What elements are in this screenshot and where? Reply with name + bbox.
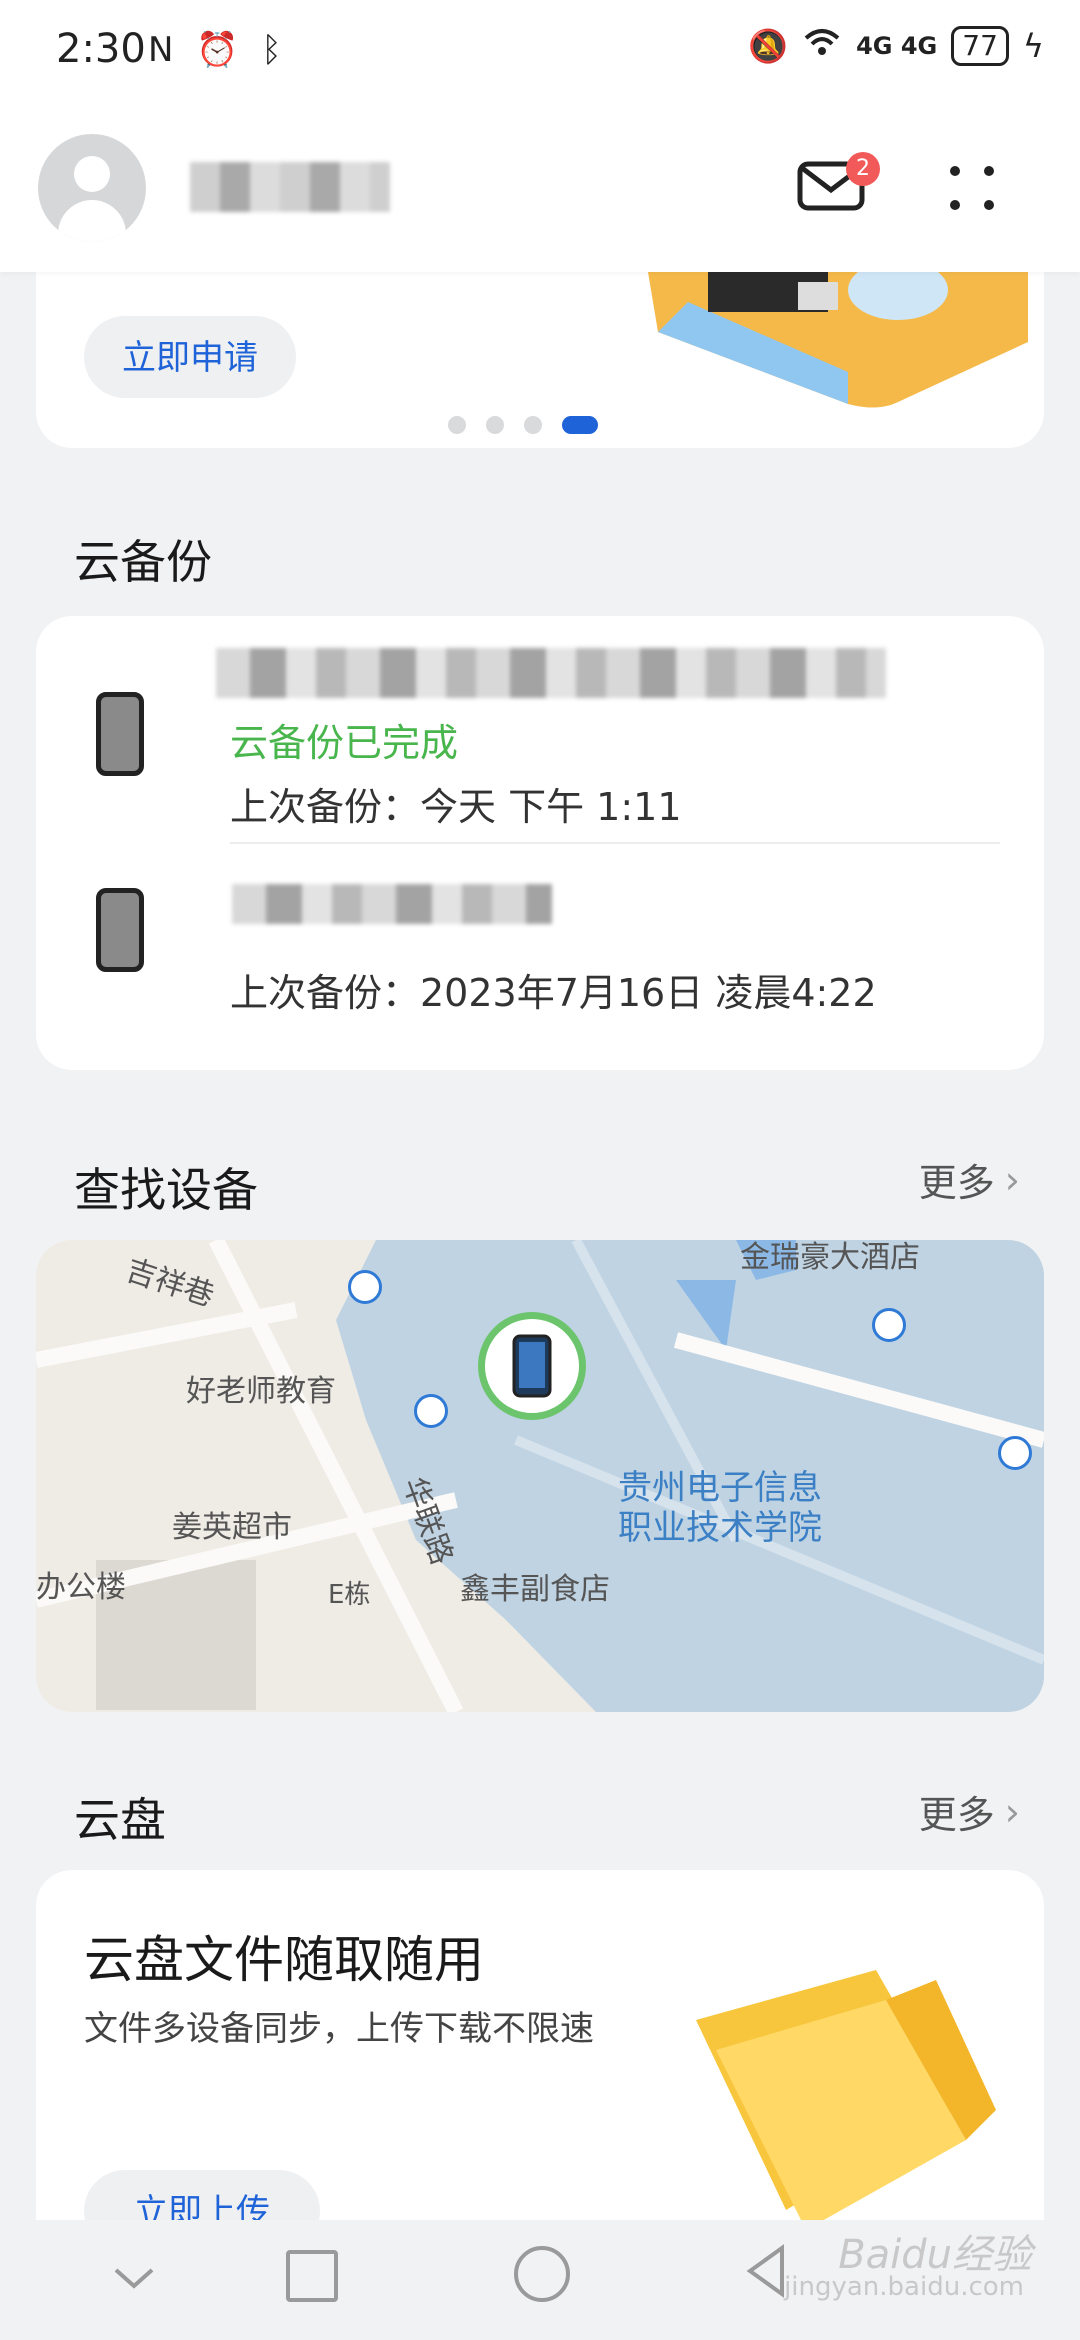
cloud-backup-title: 云备份 <box>74 535 212 589</box>
find-device-title: 查找设备 <box>74 1163 258 1217</box>
carousel-dot[interactable] <box>486 416 504 434</box>
watermark-url: jingyan.baidu.com <box>784 2272 1024 2302</box>
backup-device-row[interactable]: 云备份已完成 上次备份：今天 下午 1:11 <box>36 616 1044 842</box>
back-icon[interactable] <box>744 2244 788 2298</box>
carousel-dot[interactable] <box>524 416 542 434</box>
map-label: 办公楼 <box>36 1570 126 1605</box>
device-map[interactable]: 吉祥巷 好老师教育 姜英超市 办公楼 E栋 鑫丰副食店 华联路 贵州电子信息 职… <box>36 1240 1044 1712</box>
wifi-icon <box>802 26 842 66</box>
map-label: 好老师教育 <box>186 1374 336 1409</box>
status-right-icons: 🔕 4G 4G 77 ϟ <box>748 26 1044 66</box>
avatar-body-shape <box>58 200 126 242</box>
device-name-redacted <box>232 884 552 924</box>
phone-icon <box>96 692 144 776</box>
carousel-dot[interactable] <box>448 416 466 434</box>
more-options-icon[interactable] <box>944 160 1000 216</box>
device-location-pin[interactable] <box>478 1312 586 1420</box>
home-icon[interactable] <box>514 2246 570 2302</box>
account-header: 2 <box>0 100 1080 272</box>
backup-card: 云备份已完成 上次备份：今天 下午 1:11 上次备份：2023年7月16日 凌… <box>36 616 1044 1070</box>
status-left-icons: N ⏰ ᛒ <box>148 30 288 70</box>
carousel-dot-active[interactable] <box>562 416 598 434</box>
status-time: 2:30 <box>56 26 146 72</box>
mute-icon: 🔕 <box>748 27 789 65</box>
map-label: E栋 <box>328 1580 371 1610</box>
device-name-redacted <box>216 648 886 698</box>
collapse-nav-icon[interactable] <box>112 2264 156 2294</box>
recent-apps-icon[interactable] <box>286 2250 338 2302</box>
apply-now-button[interactable]: 立即申请 <box>84 316 296 398</box>
bus-stop-icon <box>414 1394 448 1428</box>
status-bar: 2:30 N ⏰ ᛒ 🔕 4G 4G 77 ϟ <box>0 0 1080 100</box>
map-label: 姜英超市 <box>172 1510 292 1545</box>
chevron-right-icon: › <box>1004 1157 1020 1202</box>
cloud-drive-card[interactable]: 云盘文件随取随用 文件多设备同步，上传下载不限速 立即上传 <box>36 1870 1044 2270</box>
backup-status: 云备份已完成 <box>230 721 459 765</box>
battery-indicator: 77 <box>951 26 1009 66</box>
signal-icon: 4G 4G <box>856 32 938 60</box>
phone-icon <box>512 1334 552 1398</box>
folder-illustration <box>696 1970 996 2230</box>
find-device-more-link[interactable]: 更多 › <box>919 1152 1020 1207</box>
backup-device-row[interactable]: 上次备份：2023年7月16日 凌晨4:22 <box>36 844 1044 1070</box>
bus-stop-icon <box>872 1308 906 1342</box>
map-label: 职业技术学院 <box>618 1508 822 1548</box>
more-label: 更多 <box>918 1161 995 1205</box>
username-redacted[interactable] <box>190 162 390 212</box>
last-backup-time: 上次备份：今天 下午 1:11 <box>230 785 682 829</box>
banner-illustration <box>648 260 1028 448</box>
avatar-head-shape <box>74 156 110 192</box>
charging-icon: ϟ <box>1022 27 1044 65</box>
mail-badge: 2 <box>846 152 880 186</box>
map-label: 金瑞豪大酒店 <box>740 1240 920 1275</box>
drive-card-title: 云盘文件随取随用 <box>84 1931 484 1989</box>
cloud-drive-more-link[interactable]: 更多 › <box>919 1784 1020 1839</box>
phone-icon <box>96 888 144 972</box>
chevron-right-icon: › <box>1004 1789 1020 1834</box>
drive-card-description: 文件多设备同步，上传下载不限速 <box>84 2009 594 2049</box>
last-backup-time: 上次备份：2023年7月16日 凌晨4:22 <box>230 971 877 1015</box>
bus-stop-icon <box>998 1436 1032 1470</box>
avatar[interactable] <box>38 134 146 242</box>
more-label: 更多 <box>918 1793 995 1837</box>
cloud-drive-title: 云盘 <box>74 1793 166 1847</box>
map-label: 鑫丰副食店 <box>460 1572 610 1607</box>
carousel-dots <box>448 416 598 434</box>
bus-stop-icon <box>348 1270 382 1304</box>
